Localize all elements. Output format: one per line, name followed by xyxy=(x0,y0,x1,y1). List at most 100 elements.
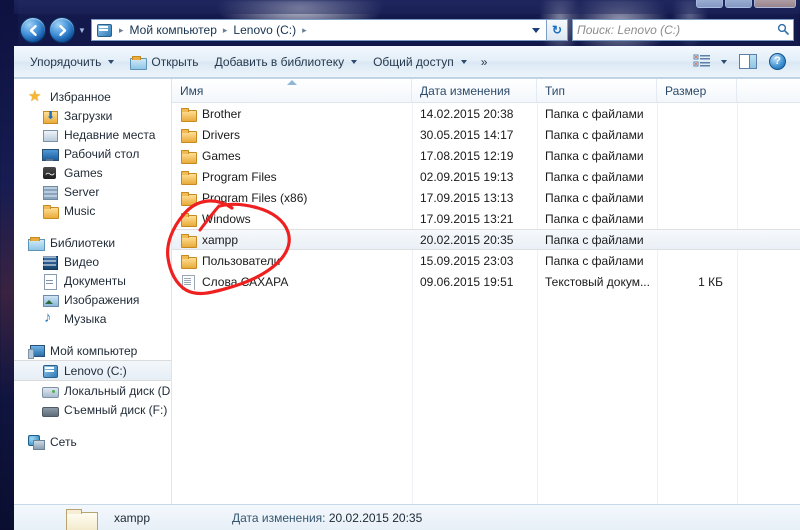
address-bar: ▼ ▸ Мой компьютер ▸ Lenovo (C:) ▸ ↻ Поис… xyxy=(14,14,800,46)
organize-button[interactable]: Упорядочить xyxy=(22,50,122,74)
folder-icon xyxy=(180,190,197,206)
table-row[interactable]: Brother 14.02.2015 20:38 Папка с файлами xyxy=(172,103,800,124)
column-label: Тип xyxy=(545,83,566,98)
search-input[interactable]: Поиск: Lenovo (C:) xyxy=(572,19,794,41)
breadcrumb-separator: ▸ xyxy=(119,24,124,35)
toolbar-overflow-button[interactable]: » xyxy=(475,55,494,69)
sidebar-label: Рабочий стол xyxy=(64,146,140,161)
column-header-name[interactable]: Имя xyxy=(172,79,412,102)
breadcrumb[interactable]: ▸ Мой компьютер ▸ Lenovo (C:) ▸ xyxy=(91,19,526,41)
breadcrumb-dropdown-button[interactable] xyxy=(526,19,546,41)
minimize-button[interactable] xyxy=(696,0,723,8)
sidebar-item-music-fav[interactable]: Music xyxy=(14,201,171,220)
sidebar-item-pictures[interactable]: Изображения xyxy=(14,290,171,309)
sidebar-label: Music xyxy=(64,203,96,218)
maximize-button[interactable] xyxy=(725,0,752,8)
sidebar-label: Lenovo (C:) xyxy=(64,363,127,378)
details-date-modified: Дата изменения: 20.02.2015 20:35 xyxy=(232,511,422,525)
documents-library-icon xyxy=(42,273,58,290)
close-button[interactable] xyxy=(754,0,796,8)
share-label: Общий доступ xyxy=(373,54,454,69)
change-view-button[interactable] xyxy=(689,50,731,74)
video-library-icon xyxy=(42,254,58,270)
explorer-window: ▼ ▸ Мой компьютер ▸ Lenovo (C:) ▸ ↻ Поис… xyxy=(14,0,800,530)
sidebar-item-server[interactable]: Server xyxy=(14,182,171,201)
folder-large-icon xyxy=(64,506,98,530)
sidebar-item-music-lib[interactable]: Музыка xyxy=(14,309,171,328)
refresh-button[interactable]: ↻ xyxy=(546,19,568,41)
details-item-name: xampp xyxy=(114,510,151,525)
sidebar-item-documents[interactable]: Документы xyxy=(14,271,171,290)
table-row[interactable]: Пользователи 15.09.2015 23:03 Папка с фа… xyxy=(172,250,800,271)
libraries-icon xyxy=(28,235,45,251)
help-button[interactable]: ? xyxy=(765,50,790,74)
breadcrumb-separator: ▸ xyxy=(302,24,307,35)
table-row[interactable]: Windows 17.09.2015 13:21 Папка с файлами xyxy=(172,208,800,229)
open-button[interactable]: Открыть xyxy=(122,50,206,74)
forward-button[interactable] xyxy=(49,17,75,43)
navigation-pane[interactable]: Избранное Загрузки Недавние места Рабочи… xyxy=(14,79,172,504)
column-label: Размер xyxy=(665,83,707,98)
games-folder-icon xyxy=(42,165,58,181)
computer-icon xyxy=(28,343,45,359)
server-icon xyxy=(42,184,58,200)
file-date-cell: 02.09.2015 19:13 xyxy=(420,169,514,184)
sidebar-item-removable-disk-f[interactable]: Съемный диск (F:) xyxy=(14,400,171,419)
sidebar-item-games[interactable]: Games xyxy=(14,163,171,182)
history-dropdown-icon[interactable]: ▼ xyxy=(75,17,89,43)
table-row[interactable]: Drivers 30.05.2015 14:17 Папка с файлами xyxy=(172,124,800,145)
folder-icon xyxy=(180,211,197,227)
sidebar-item-downloads[interactable]: Загрузки xyxy=(14,106,171,125)
sidebar-item-local-disk-d[interactable]: Локальный диск (D:) xyxy=(14,381,171,400)
sidebar-item-lenovo-c[interactable]: Lenovo (C:) xyxy=(14,360,171,381)
breadcrumb-separator: ▸ xyxy=(222,24,228,35)
file-type-cell: Папка с файлами xyxy=(545,253,644,268)
nav-group-favorites: Избранное Загрузки Недавние места Рабочи… xyxy=(14,87,171,220)
folder-icon xyxy=(180,106,197,122)
music-library-icon xyxy=(42,309,58,327)
table-row[interactable]: Program Files 02.09.2015 19:13 Папка с ф… xyxy=(172,166,800,187)
table-row[interactable]: xampp 20.02.2015 20:35 Папка с файлами xyxy=(172,229,800,250)
file-type-cell: Папка с файлами xyxy=(545,127,644,142)
column-header-size[interactable]: Размер xyxy=(657,79,737,102)
column-header-date[interactable]: Дата изменения xyxy=(412,79,537,102)
chevron-down-icon xyxy=(351,59,358,64)
sidebar-item-video[interactable]: Видео xyxy=(14,252,171,271)
table-row[interactable]: Program Files (x86) 17.09.2015 13:13 Пап… xyxy=(172,187,800,208)
file-name: xampp xyxy=(202,232,239,247)
sidebar-label: Server xyxy=(64,184,100,199)
file-date-cell: 17.09.2015 13:13 xyxy=(420,190,514,205)
share-button[interactable]: Общий доступ xyxy=(365,50,475,74)
file-date-cell: 17.08.2015 12:19 xyxy=(420,148,514,163)
sidebar-item-desktop[interactable]: Рабочий стол xyxy=(14,144,171,163)
refresh-icon: ↻ xyxy=(551,23,563,37)
breadcrumb-item-lenovo-c[interactable]: Lenovo (C:) xyxy=(231,23,298,37)
open-folder-icon xyxy=(130,54,148,70)
back-button[interactable] xyxy=(20,17,46,43)
preview-pane-button[interactable] xyxy=(733,50,763,74)
sidebar-item-network[interactable]: Сеть xyxy=(14,432,171,451)
sort-ascending-icon xyxy=(286,80,297,85)
star-icon xyxy=(28,87,44,105)
file-type-cell: Текстовый докум... xyxy=(545,274,650,289)
file-name: Games xyxy=(202,148,241,163)
music-folder-icon xyxy=(42,203,59,219)
column-header-type[interactable]: Тип xyxy=(537,79,657,102)
add-to-library-button[interactable]: Добавить в библиотеку xyxy=(207,50,366,74)
sidebar-label: Загрузки xyxy=(64,108,113,123)
breadcrumb-item-computer[interactable]: Мой компьютер xyxy=(128,23,219,37)
sidebar-item-recent-places[interactable]: Недавние места xyxy=(14,125,171,144)
open-label: Открыть xyxy=(151,54,199,69)
sidebar-item-libraries[interactable]: Библиотеки xyxy=(14,233,171,252)
folder-icon xyxy=(180,148,197,164)
sidebar-item-my-computer[interactable]: Мой компьютер xyxy=(14,341,171,360)
file-list[interactable]: Имя Дата изменения Тип Размер Brother 14… xyxy=(172,79,800,504)
sidebar-label: Документы xyxy=(64,273,126,288)
file-name: Слова САХАРА xyxy=(202,274,289,289)
chevron-down-icon xyxy=(108,59,115,64)
file-name-cell: xampp xyxy=(172,232,412,248)
table-row[interactable]: Games 17.08.2015 12:19 Папка с файлами xyxy=(172,145,800,166)
sidebar-item-favorites[interactable]: Избранное xyxy=(14,87,171,106)
sidebar-label: Мой компьютер xyxy=(50,343,138,358)
table-row[interactable]: Слова САХАРА 09.06.2015 19:51 Текстовый … xyxy=(172,271,800,292)
